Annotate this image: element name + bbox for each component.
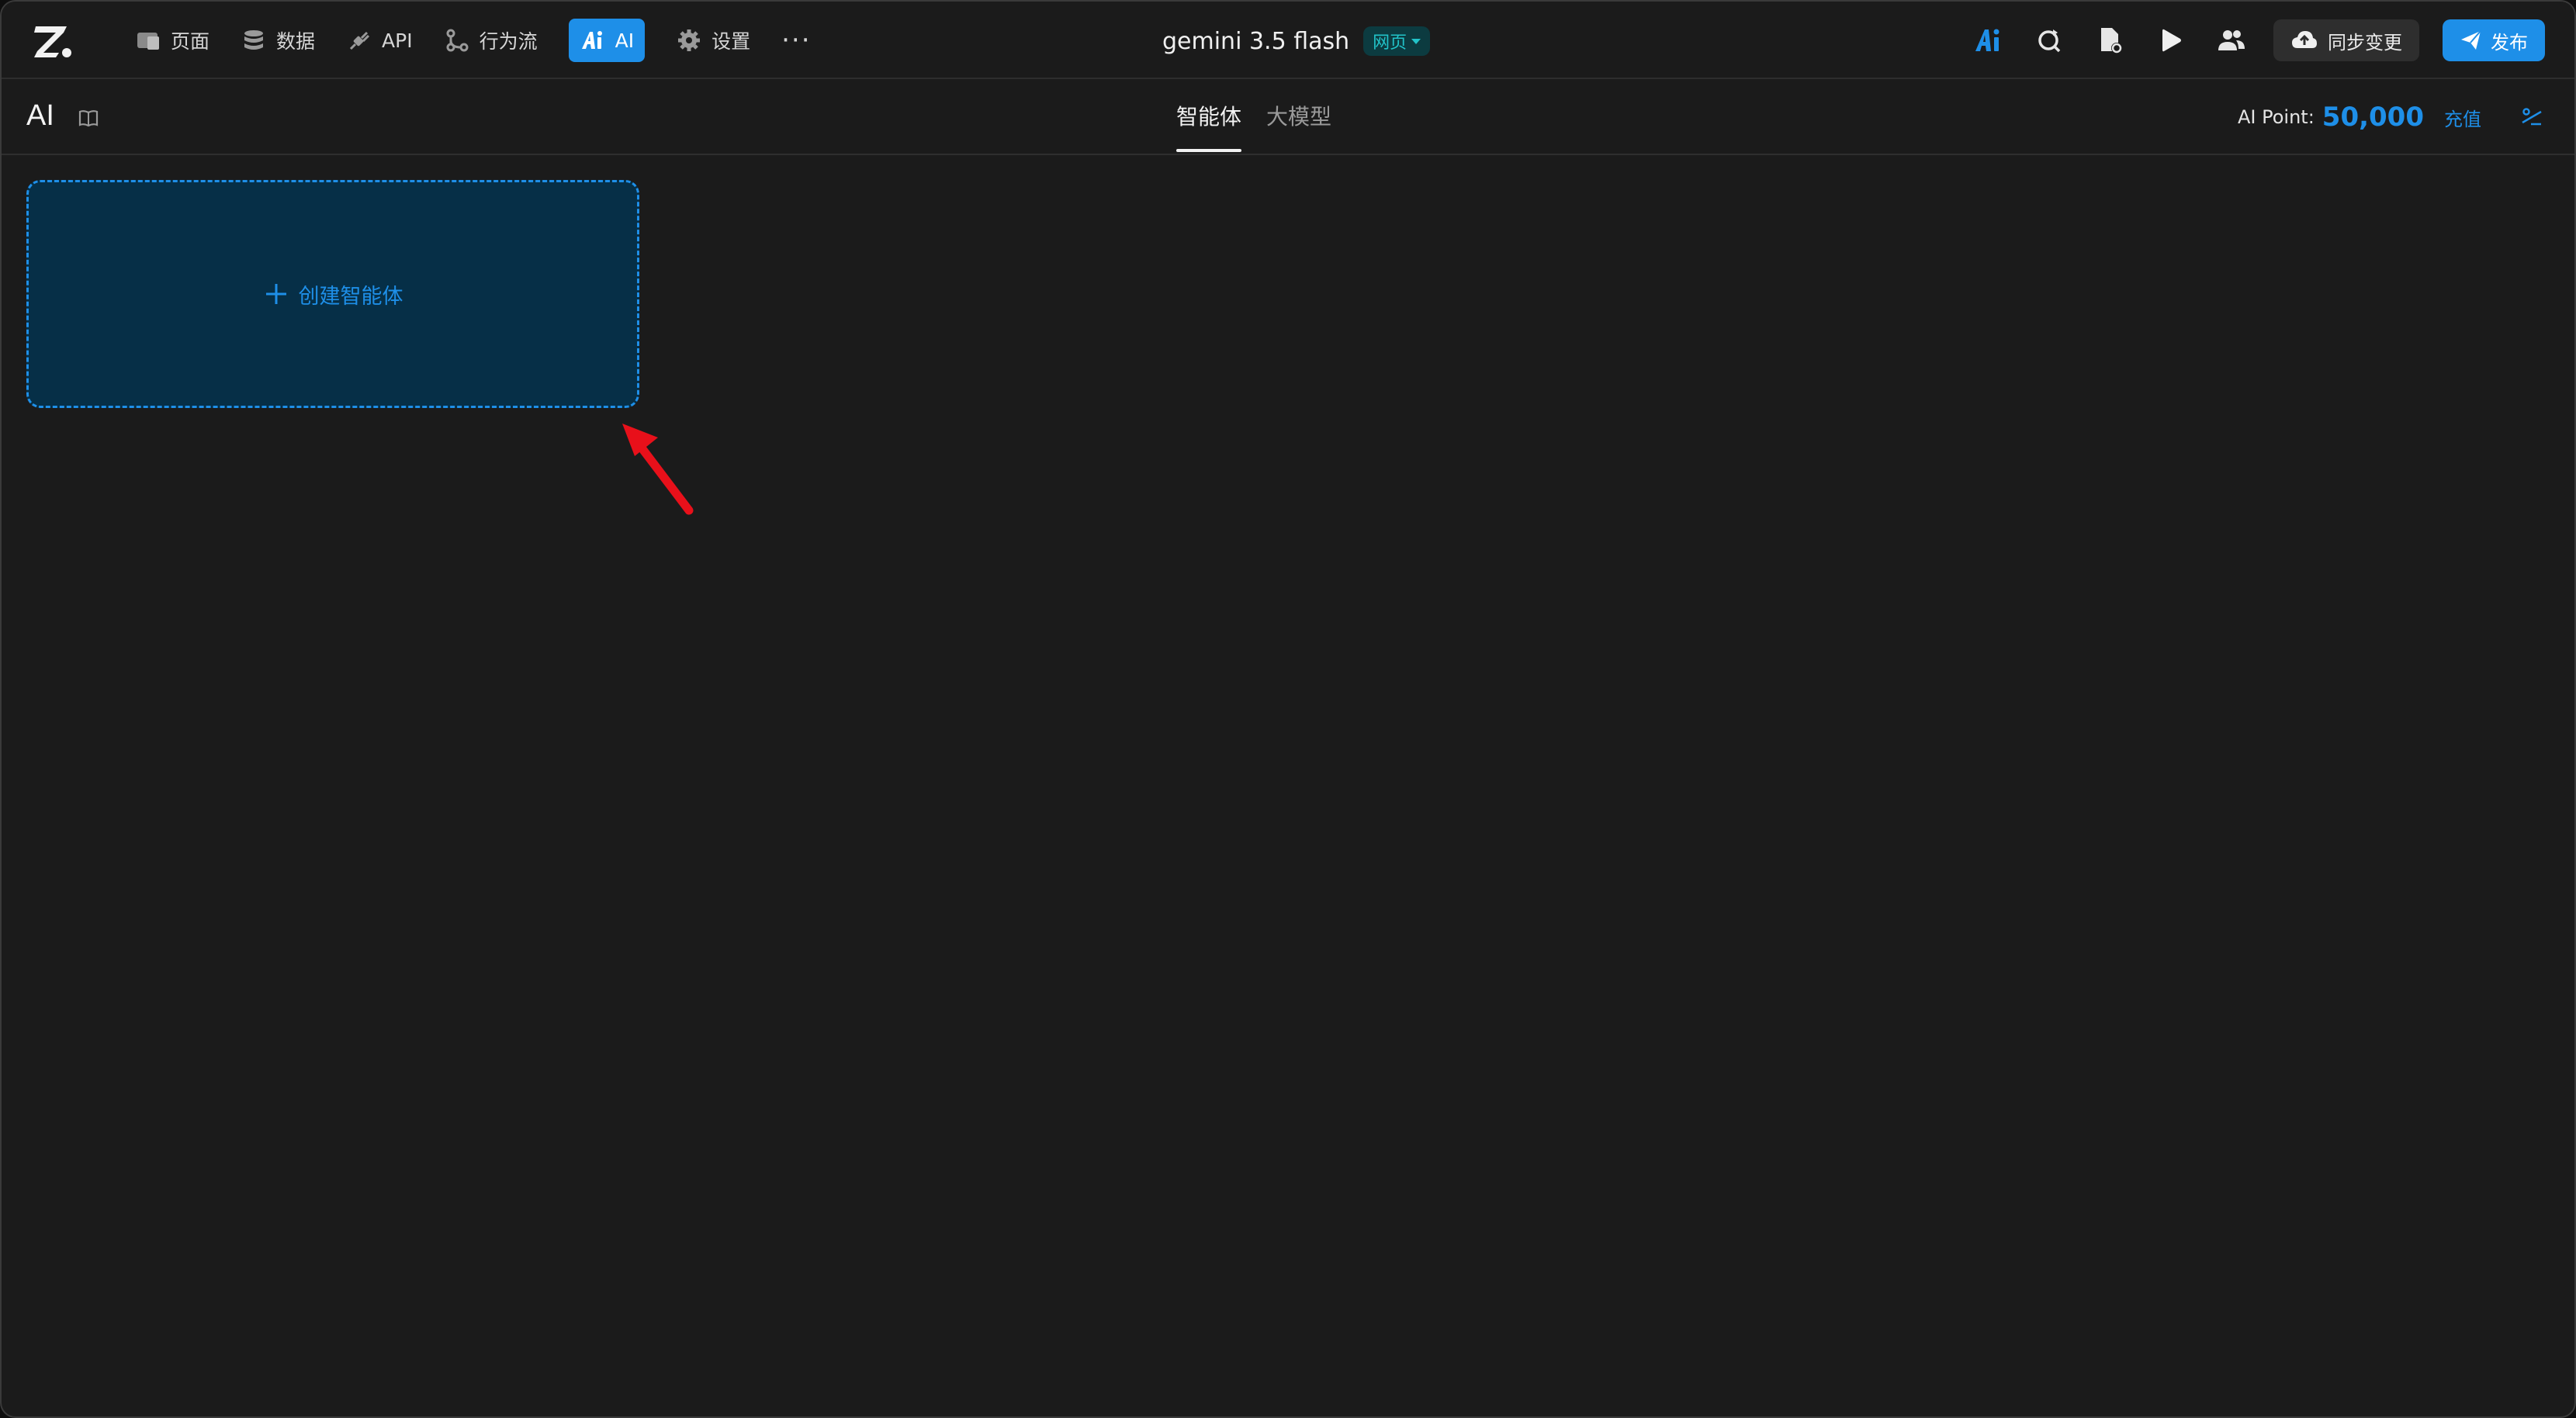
nav-api[interactable]: API (346, 19, 413, 62)
nav-data-label: 数据 (276, 30, 316, 53)
app-logo[interactable] (33, 22, 73, 61)
nav-data[interactable]: 数据 (241, 19, 315, 62)
preview-button[interactable] (2152, 22, 2190, 59)
nav-ai-label: AI (615, 29, 635, 52)
tab-agents[interactable]: 智能体 (1176, 98, 1242, 154)
platform-mode-dropdown[interactable]: 网页 (1363, 26, 1431, 56)
more-menu-button[interactable]: ··· (781, 19, 811, 62)
users-icon (2218, 30, 2245, 50)
app-title-group: gemini 3.5 flash 网页 (1162, 23, 1431, 59)
chevron-down-icon (1411, 38, 1421, 44)
annotation-arrow-icon (622, 424, 694, 515)
pages-icon (137, 33, 159, 50)
publish-label: 发布 (2491, 31, 2528, 54)
nav-settings-label: 设置 (712, 30, 751, 53)
discount-icon[interactable] (2520, 105, 2543, 129)
top-toolbar: 页面 数据 API 行为流 AI 设置 ··· gemini 3.5 flash… (2, 2, 2574, 79)
create-agent-label: 创建智能体 (298, 284, 403, 309)
platform-mode-label: 网页 (1373, 33, 1407, 53)
publish-button[interactable]: 发布 (2443, 19, 2545, 61)
collaborators-button[interactable] (2213, 22, 2250, 59)
refresh-button[interactable] (2031, 22, 2069, 59)
app-title: gemini 3.5 flash (1162, 27, 1350, 55)
ai-points-area: AI Point: 50,000 充值 (2238, 98, 2543, 137)
section-tabs: 智能体 大模型 (1176, 98, 1331, 154)
sync-changes-button[interactable]: 同步变更 (2273, 19, 2419, 61)
workflow-icon (446, 29, 469, 52)
send-icon (2461, 30, 2481, 50)
ai-assistant-icon (1975, 29, 2000, 51)
plus-icon (265, 284, 286, 304)
nav-api-label: API (382, 29, 413, 52)
tab-llm[interactable]: 大模型 (1266, 98, 1331, 154)
gear-icon (678, 29, 701, 51)
nav-settings[interactable]: 设置 (676, 19, 750, 62)
nav-pages[interactable]: 页面 (135, 19, 209, 62)
section-header: AI 智能体 大模型 AI Point: 50,000 充值 (2, 79, 2574, 155)
database-icon (244, 30, 264, 50)
app-window: 页面 数据 API 行为流 AI 设置 ··· gemini 3.5 flash… (0, 0, 2576, 1418)
ai-points-value: 50,000 (2322, 102, 2424, 133)
play-icon (2162, 29, 2181, 52)
nav-workflow-label: 行为流 (479, 30, 538, 53)
cloud-upload-icon (2292, 31, 2317, 48)
create-agent-card[interactable]: 创建智能体 (26, 180, 639, 408)
recharge-link[interactable]: 充值 (2444, 104, 2481, 131)
nav-workflow[interactable]: 行为流 (444, 19, 538, 62)
page-title: AI (26, 99, 54, 132)
document-gear-icon (2101, 28, 2122, 54)
book-icon[interactable] (78, 107, 99, 129)
nav-ai[interactable]: AI (568, 19, 646, 62)
ai-points-label: AI Point: (2237, 106, 2315, 128)
sync-changes-label: 同步变更 (2328, 31, 2402, 54)
nav-pages-label: 页面 (171, 30, 210, 53)
ai-icon (581, 31, 602, 49)
ai-assistant-button[interactable] (1971, 22, 2008, 59)
right-toolbar: 同步变更 发布 (1971, 19, 2545, 62)
main-nav: 页面 数据 API 行为流 AI 设置 ··· (135, 19, 812, 62)
page-settings-button[interactable] (2092, 22, 2129, 59)
refresh-search-icon (2038, 29, 2061, 53)
api-plug-icon (349, 31, 370, 50)
